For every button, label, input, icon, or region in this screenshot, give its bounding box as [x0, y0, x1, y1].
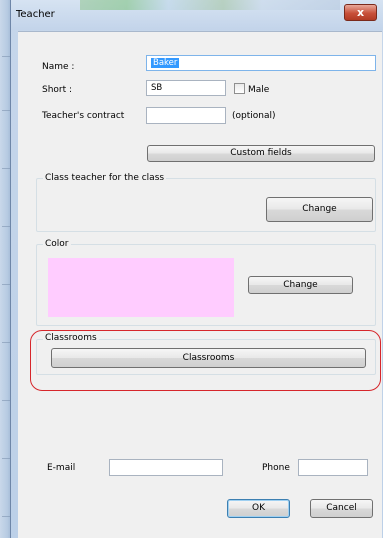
- male-label: Male: [248, 85, 270, 95]
- cancel-button[interactable]: Cancel: [310, 499, 373, 518]
- contract-input[interactable]: [146, 107, 226, 124]
- custom-fields-button[interactable]: Custom fields: [147, 145, 375, 162]
- short-label: Short :: [42, 85, 73, 95]
- class-teacher-group-title: Class teacher for the class: [43, 173, 167, 183]
- phone-label: Phone: [262, 463, 290, 473]
- ok-button[interactable]: OK: [227, 499, 290, 518]
- male-checkbox[interactable]: [234, 83, 245, 94]
- close-button[interactable]: x: [344, 4, 377, 21]
- email-label: E-mail: [47, 463, 76, 473]
- color-group-title: Color: [43, 239, 71, 249]
- color-swatch[interactable]: [48, 258, 234, 317]
- name-input-value: Baker: [151, 58, 180, 68]
- phone-input[interactable]: [298, 459, 368, 476]
- color-change-button[interactable]: Change: [248, 276, 353, 294]
- window-title: Teacher: [16, 9, 55, 20]
- name-input[interactable]: Baker: [146, 55, 376, 71]
- short-input[interactable]: SB: [146, 80, 226, 96]
- title-bar-decoration: [80, 0, 340, 10]
- annotation-highlight-ring: [30, 330, 381, 391]
- contract-optional-hint: (optional): [232, 111, 276, 121]
- name-label: Name :: [42, 62, 75, 72]
- class-teacher-change-button[interactable]: Change: [266, 197, 373, 222]
- email-input[interactable]: [109, 459, 223, 476]
- contract-label: Teacher's contract: [42, 111, 125, 121]
